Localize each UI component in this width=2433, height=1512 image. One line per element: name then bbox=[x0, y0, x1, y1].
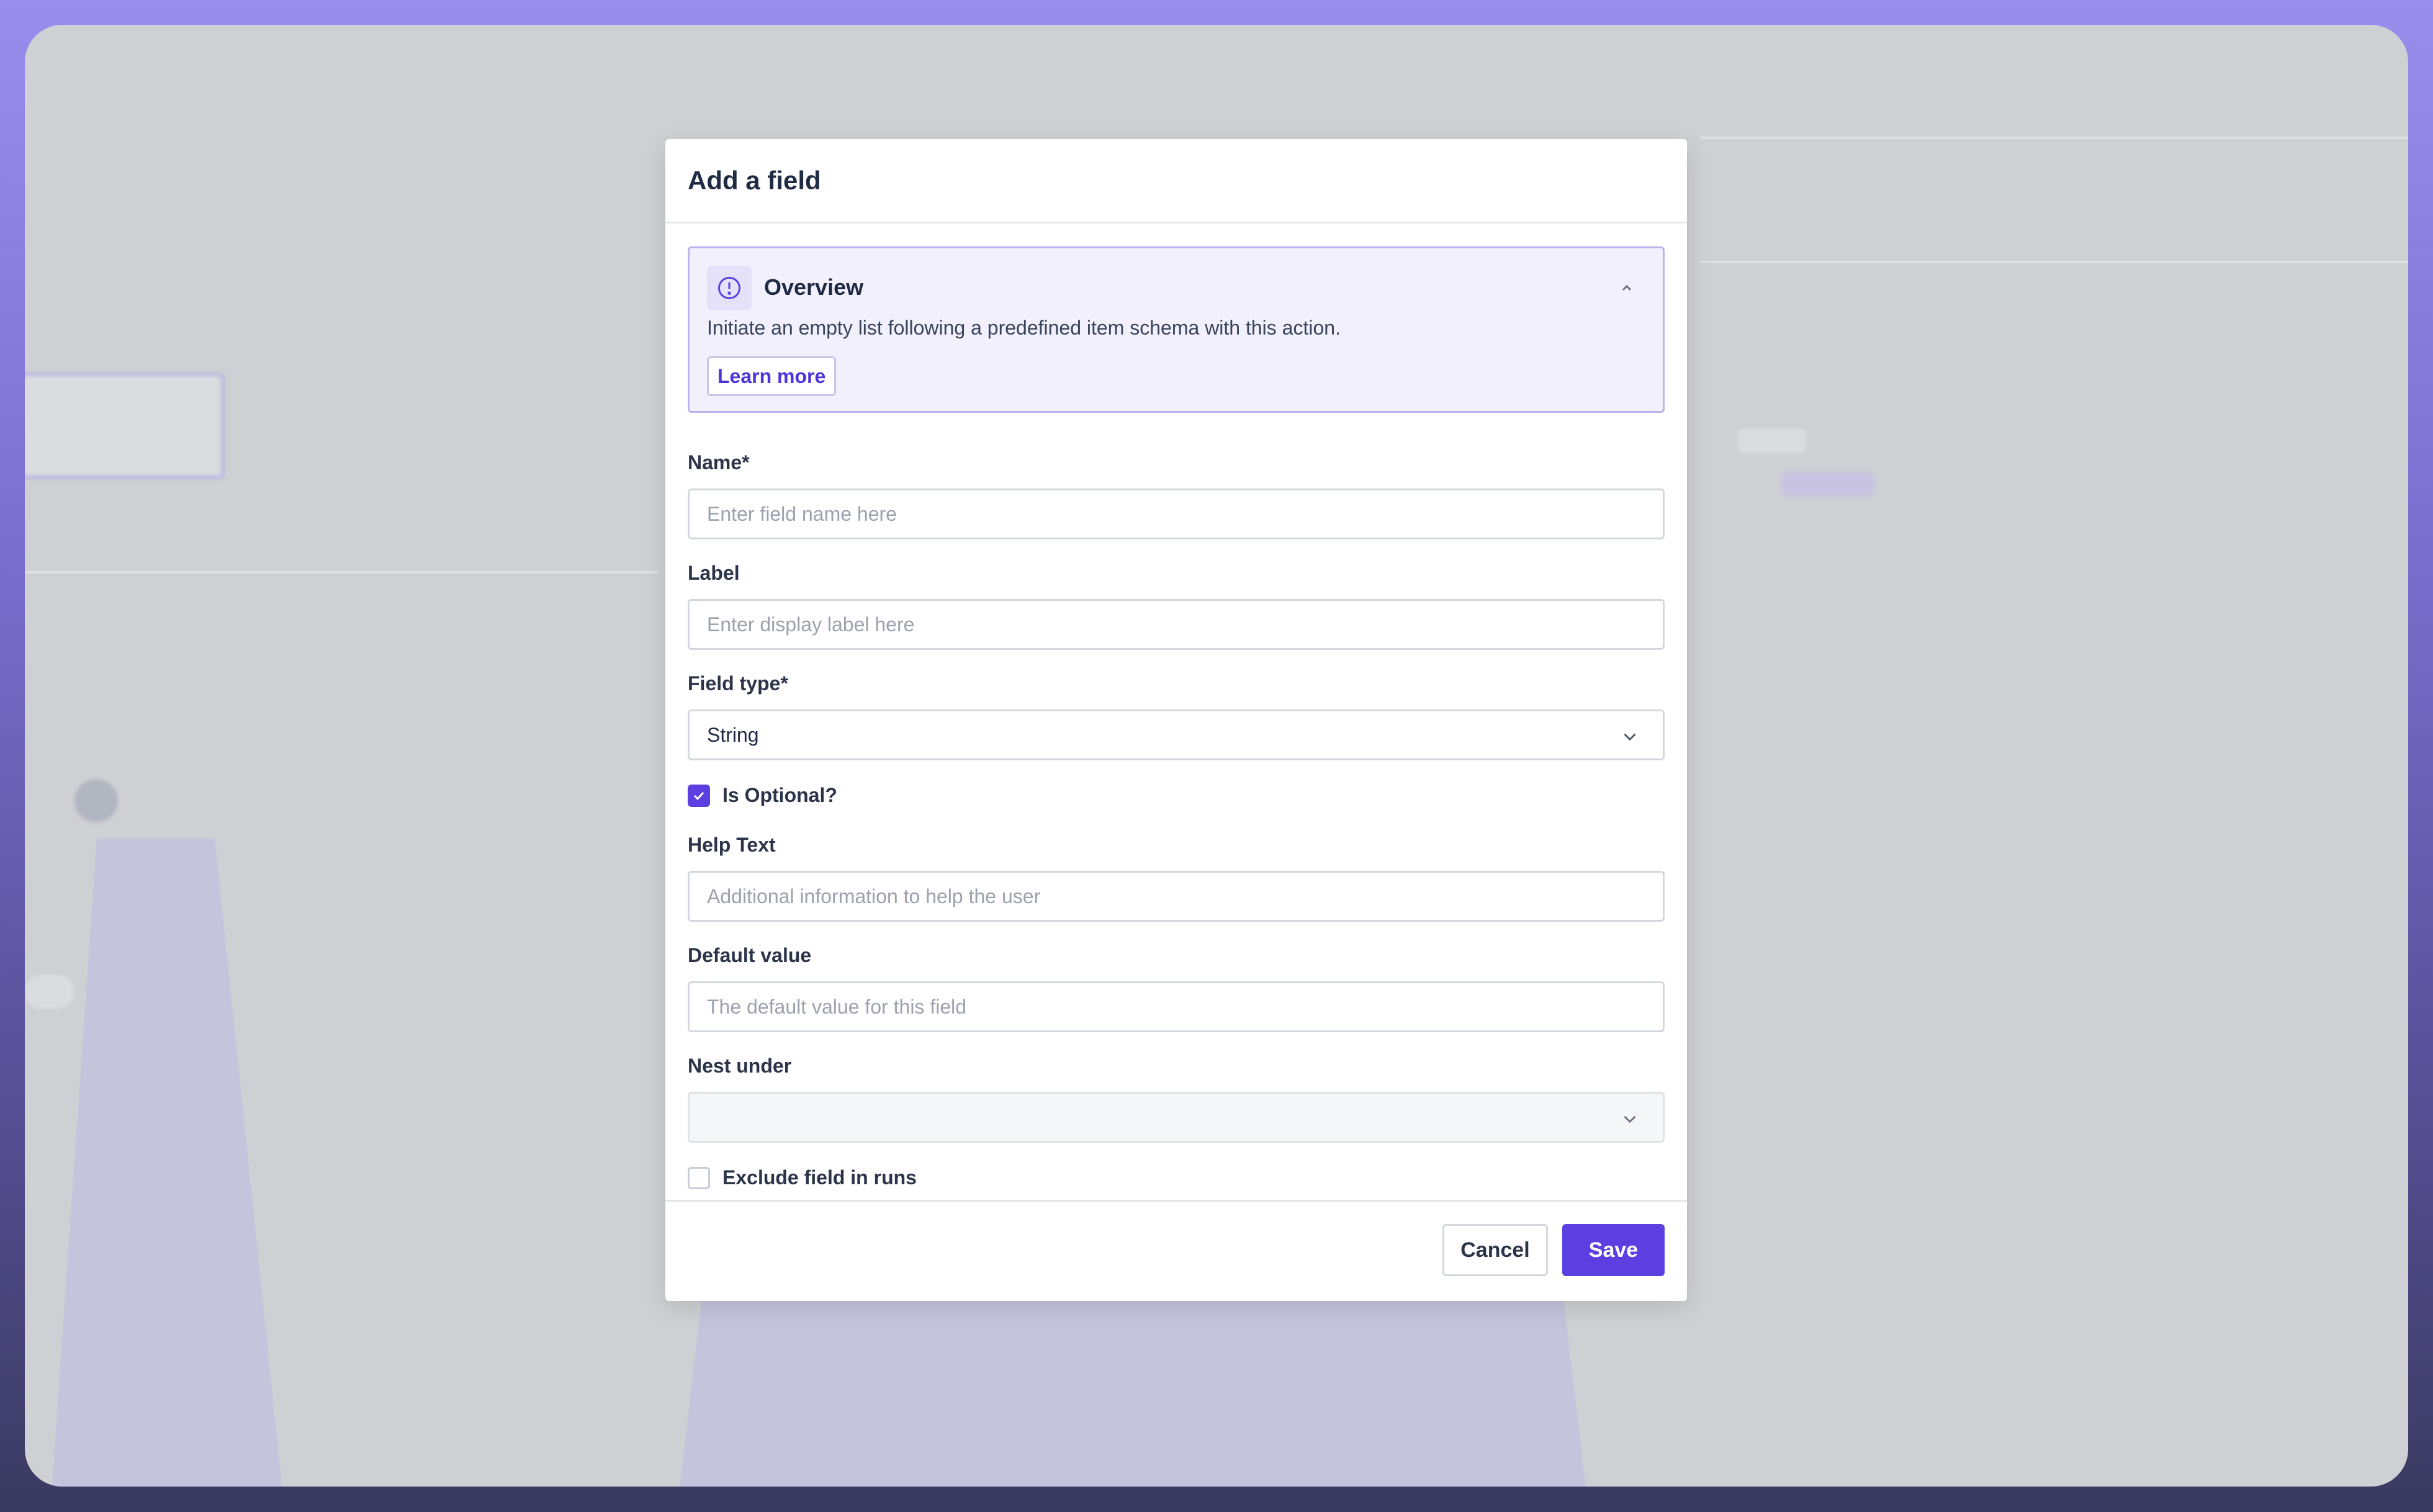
label-input[interactable]: Enter display label here bbox=[688, 599, 1665, 650]
background-divider bbox=[1701, 261, 2408, 263]
save-button[interactable]: Save bbox=[1562, 1224, 1665, 1276]
name-input[interactable]: Enter field name here bbox=[688, 488, 1665, 539]
exclude-in-runs-label: Exclude field in runs bbox=[722, 1166, 917, 1189]
learn-more-button[interactable]: Learn more bbox=[707, 356, 837, 396]
exclude-in-runs-checkbox[interactable] bbox=[688, 1166, 710, 1189]
background-badge bbox=[1781, 472, 1874, 497]
dialog-header: Add a field bbox=[665, 139, 1687, 223]
background-badge bbox=[1738, 428, 1806, 453]
help-text-input[interactable]: Additional information to help the user bbox=[688, 871, 1665, 922]
name-label: Name* bbox=[688, 451, 750, 474]
label-label: Label bbox=[688, 562, 740, 584]
background-panel bbox=[25, 372, 225, 479]
background-chip bbox=[25, 974, 74, 1009]
is-optional-label: Is Optional? bbox=[722, 784, 837, 806]
default-value-label: Default value bbox=[688, 944, 812, 966]
add-field-dialog: Add a field Overview Initiate an empty l… bbox=[665, 139, 1687, 1301]
background-divider bbox=[25, 571, 658, 574]
field-type-select[interactable]: String bbox=[688, 709, 1665, 760]
default-value-input[interactable]: The default value for this field bbox=[688, 981, 1665, 1032]
overview-title: Overview bbox=[764, 274, 864, 300]
is-optional-row[interactable]: Is Optional? bbox=[688, 784, 837, 807]
overview-description: Initiate an empty list following a prede… bbox=[707, 317, 1341, 339]
is-optional-checkbox[interactable] bbox=[688, 784, 710, 807]
background-divider bbox=[1701, 137, 2408, 139]
help-text-label: Help Text bbox=[688, 834, 776, 856]
nest-under-label: Nest under bbox=[688, 1055, 792, 1077]
dialog-footer: Cancel Save bbox=[665, 1200, 1687, 1301]
nest-under-select[interactable] bbox=[688, 1092, 1665, 1143]
field-type-label: Field type* bbox=[688, 672, 788, 695]
label-placeholder: Enter display label here bbox=[707, 613, 915, 636]
name-placeholder: Enter field name here bbox=[707, 502, 897, 525]
dialog-title: Add a field bbox=[688, 165, 821, 195]
background-avatar bbox=[74, 779, 118, 822]
dialog-body: Overview Initiate an empty list followin… bbox=[688, 246, 1665, 1189]
field-type-value: String bbox=[707, 723, 759, 746]
default-value-placeholder: The default value for this field bbox=[707, 995, 967, 1018]
exclude-in-runs-row[interactable]: Exclude field in runs bbox=[688, 1166, 917, 1189]
info-circle-icon bbox=[707, 266, 752, 310]
chevron-down-icon bbox=[1619, 1109, 1640, 1130]
help-text-placeholder: Additional information to help the user bbox=[707, 884, 1041, 907]
overview-panel: Overview Initiate an empty list followin… bbox=[688, 246, 1665, 413]
background-shape bbox=[50, 838, 286, 1487]
chevron-up-icon[interactable] bbox=[1616, 277, 1638, 299]
chevron-down-icon bbox=[1619, 726, 1640, 747]
cancel-button[interactable]: Cancel bbox=[1442, 1224, 1548, 1276]
